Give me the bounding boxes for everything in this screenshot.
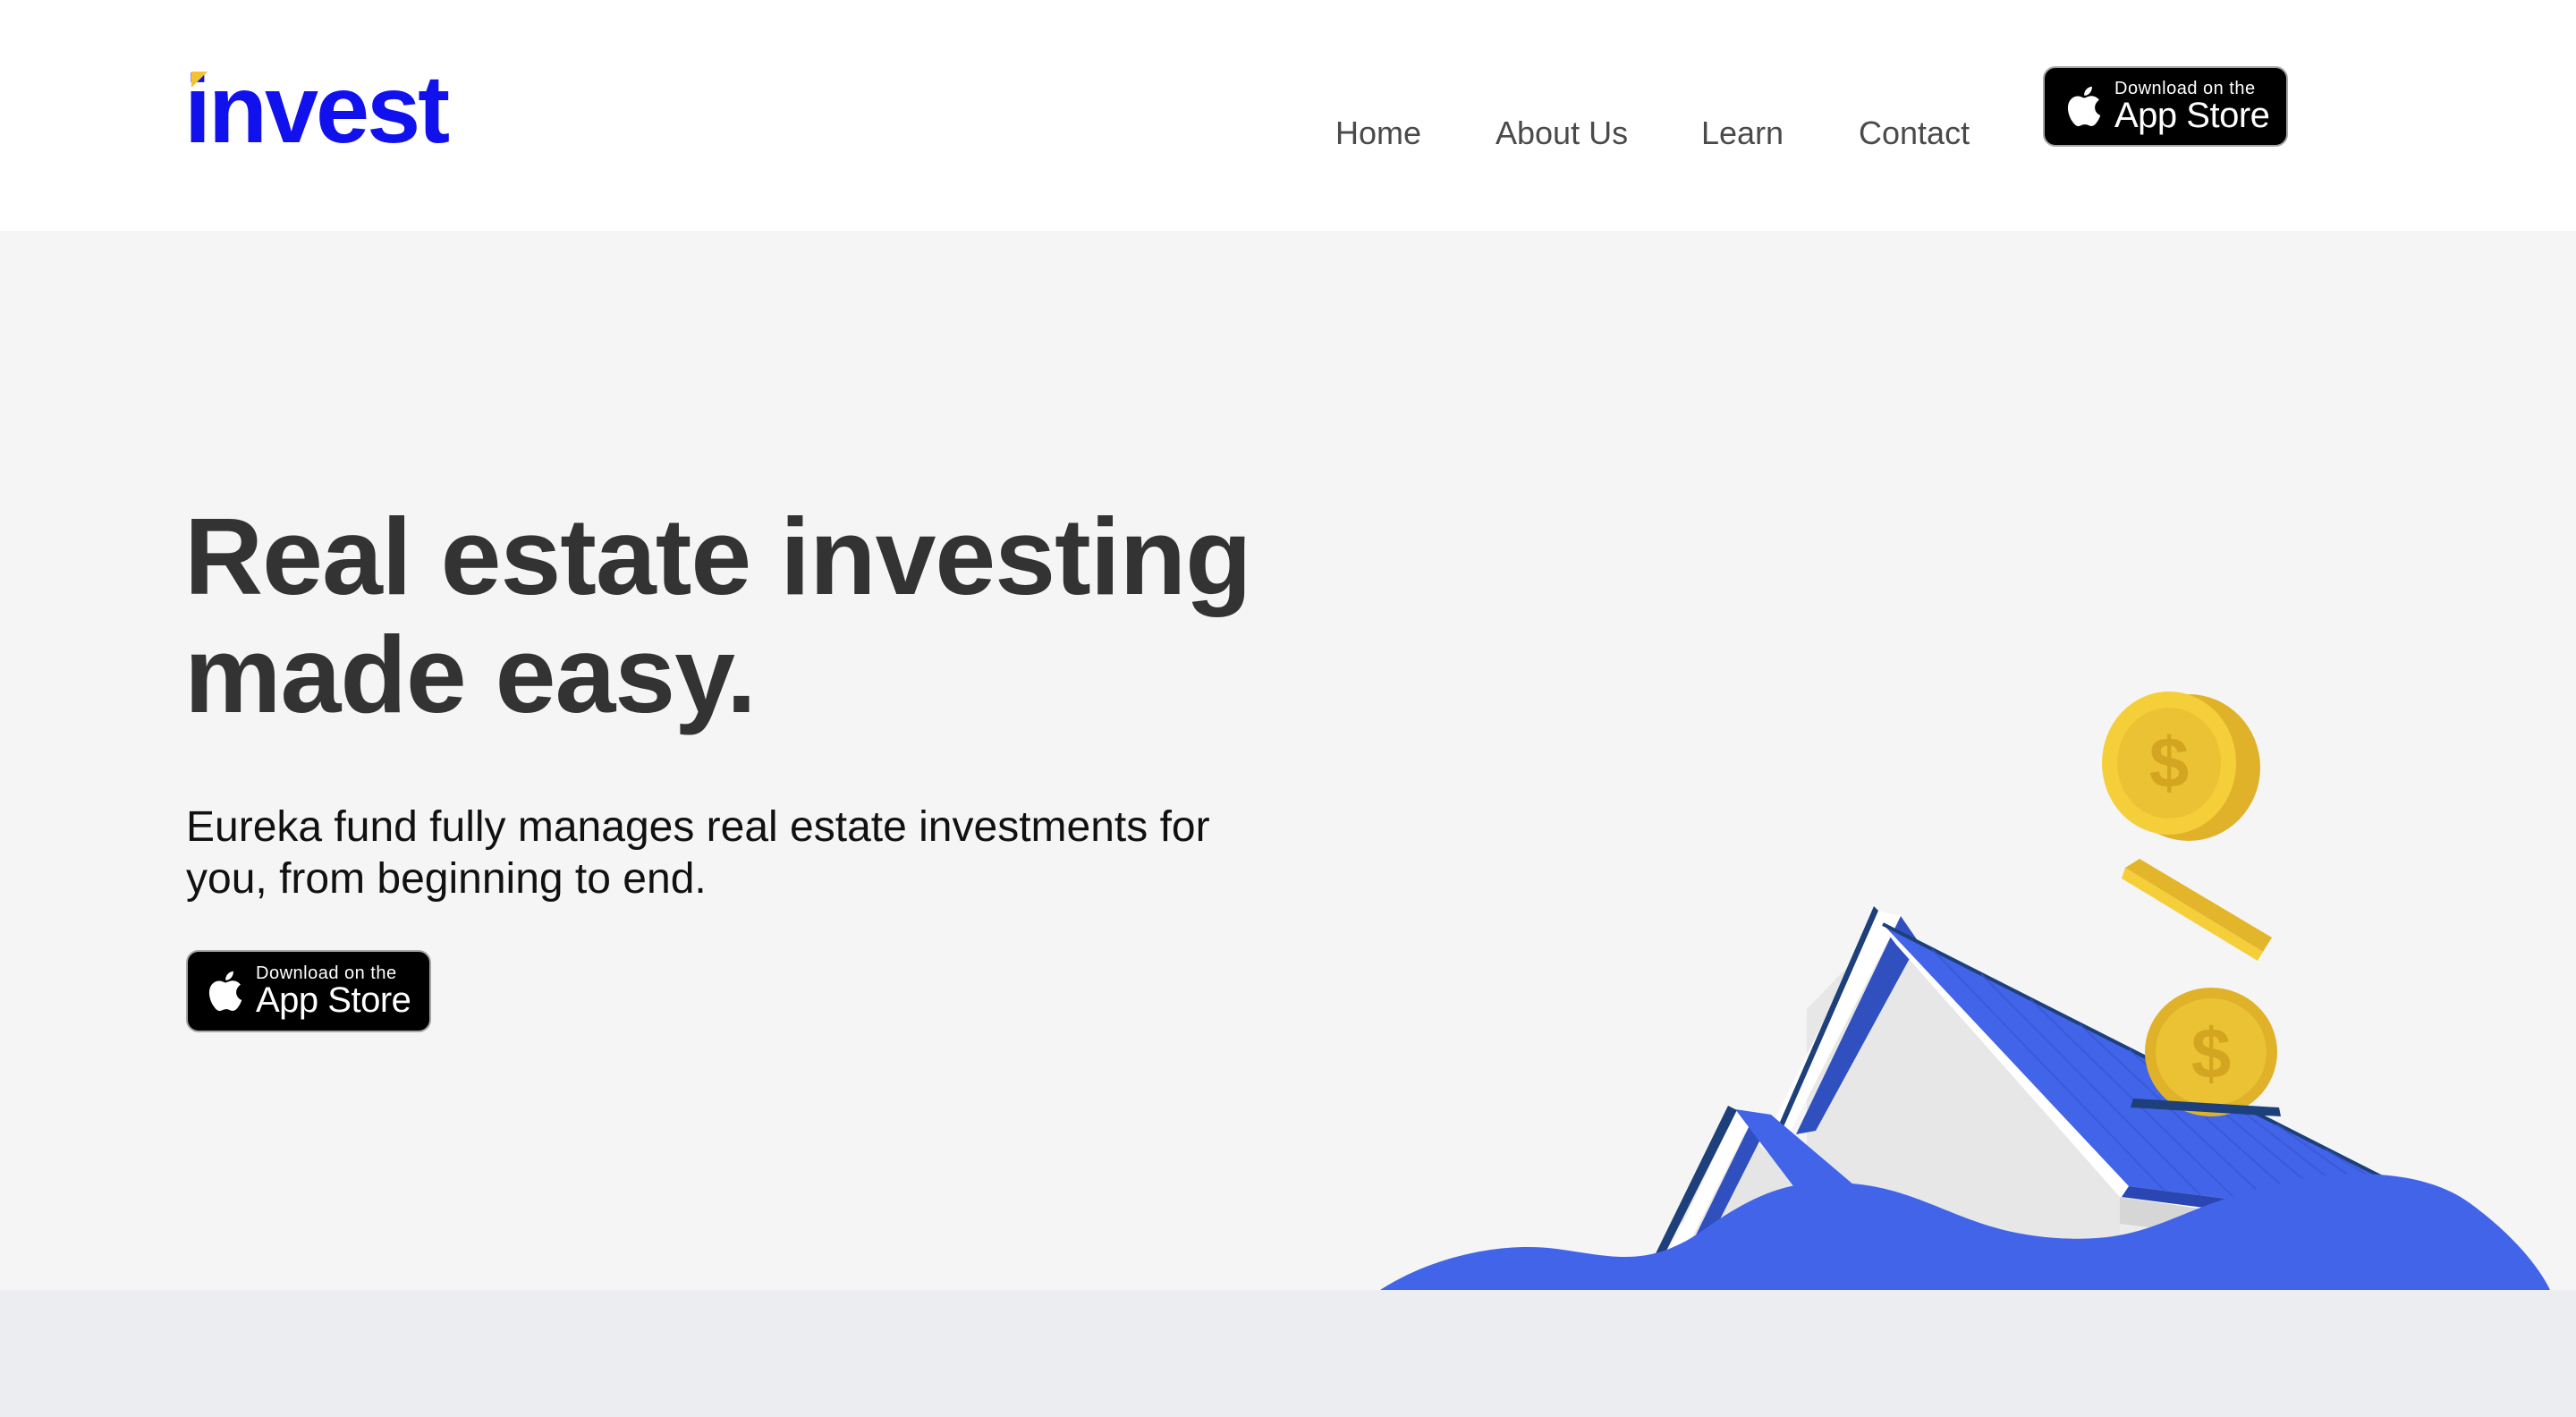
nav-link-learn[interactable]: Learn xyxy=(1701,115,1784,152)
nav-link-home[interactable]: Home xyxy=(1335,115,1421,152)
nav-link-about-us[interactable]: About Us xyxy=(1496,115,1628,152)
app-store-large-text: App Store xyxy=(256,980,411,1020)
hero-subtext: Eureka fund fully manages real estate in… xyxy=(186,803,1210,903)
app-store-small-text: Download on the xyxy=(256,963,397,983)
app-store-small-text: Download on the xyxy=(2114,79,2256,98)
apple-icon xyxy=(208,971,242,1012)
app-store-large-text: App Store xyxy=(2114,96,2270,135)
svg-text:$: $ xyxy=(2191,1014,2232,1093)
logo-accent-mark xyxy=(191,72,208,88)
coin-icon: $ xyxy=(2102,692,2260,841)
apple-icon xyxy=(2067,86,2101,127)
logo-text: invest xyxy=(184,55,450,163)
coin-edge-icon xyxy=(2122,859,2272,961)
hero-headline: Real estate investing made easy. xyxy=(184,496,1252,735)
next-section-band xyxy=(0,1290,2576,1417)
nav-link-contact[interactable]: Contact xyxy=(1859,115,1970,152)
hero-section: Real estate investing made easy. Eureka … xyxy=(0,231,2576,1292)
site-header: invest Home About Us Learn Contact Downl… xyxy=(0,0,2576,231)
hero-app-store-button[interactable]: Download on the App Store xyxy=(186,950,431,1032)
header-app-store-button[interactable]: Download on the App Store xyxy=(2043,66,2288,147)
logo[interactable]: invest xyxy=(184,55,450,163)
house-coin-illustration: $ $ xyxy=(1377,692,2551,1292)
svg-text:$: $ xyxy=(2149,723,2190,802)
